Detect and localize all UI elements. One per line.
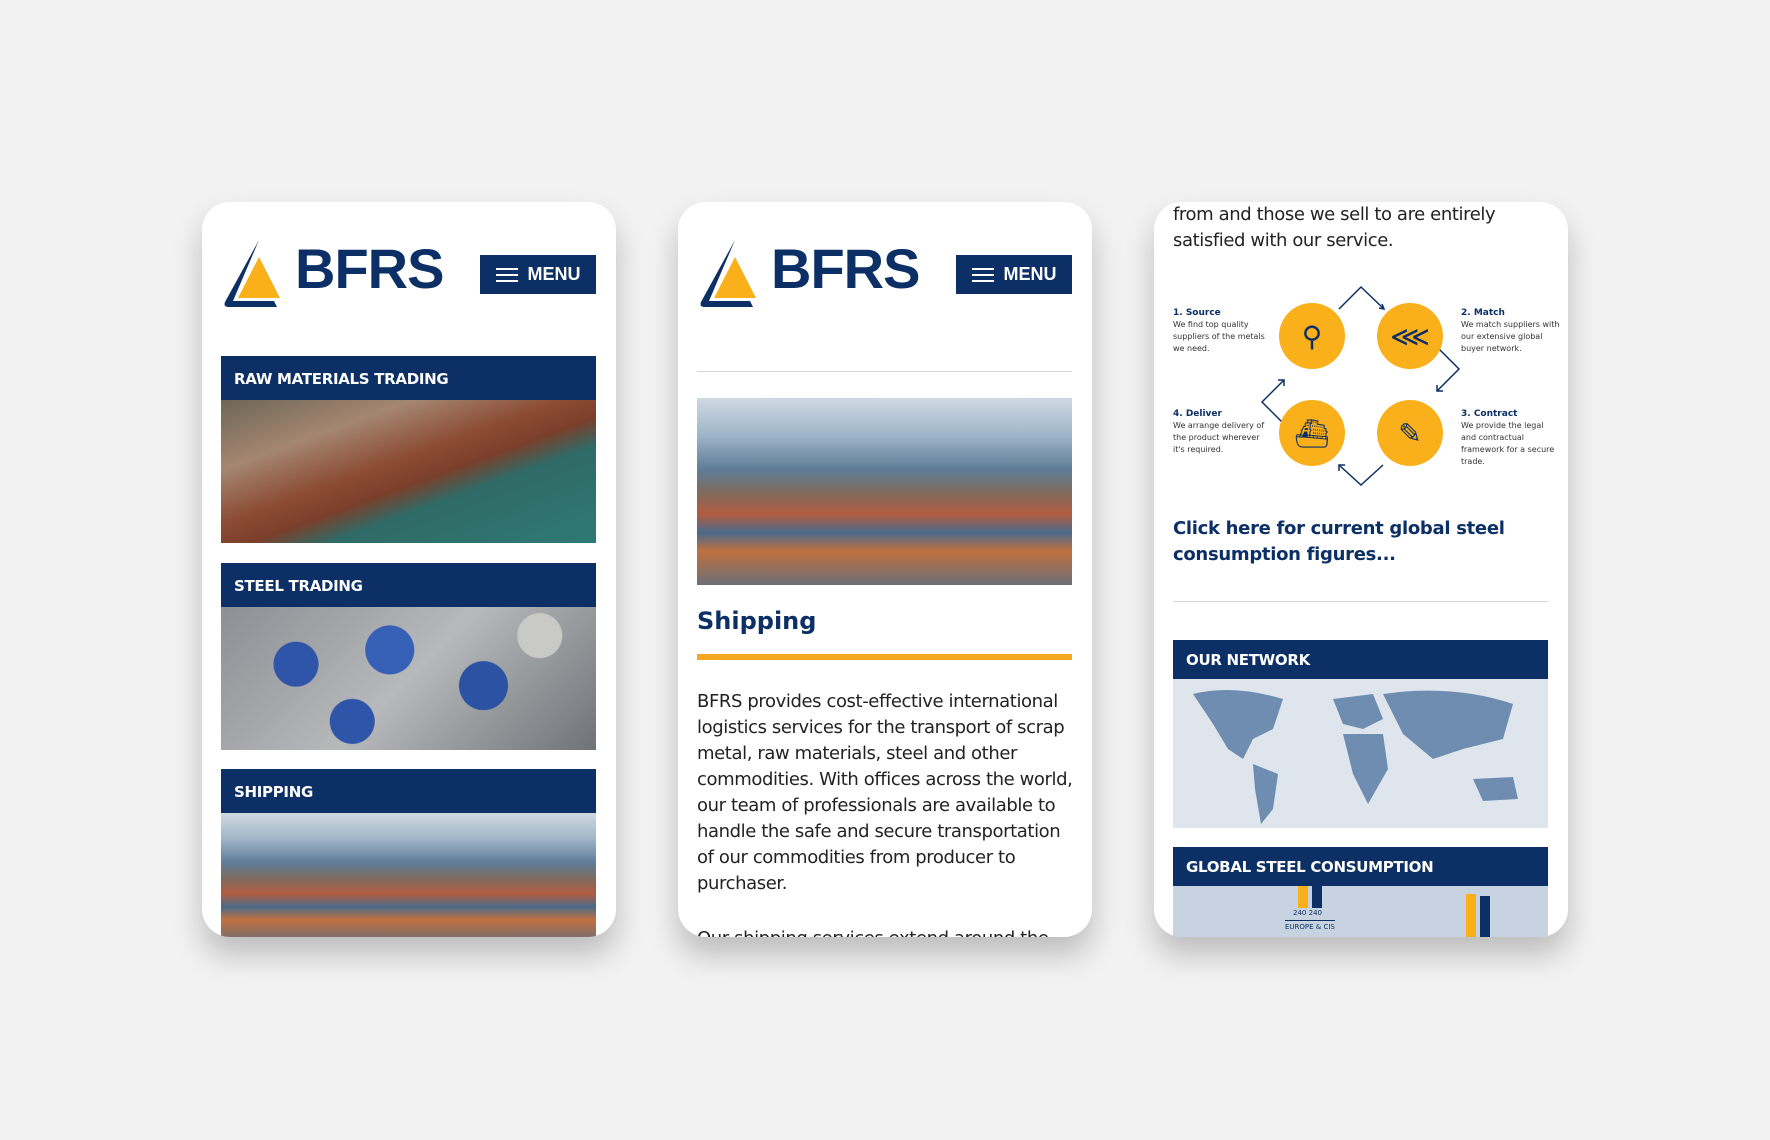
mobile-screen-home: BFRS MENU RAW MATERIALS TRADING STEEL TR… [202,202,616,937]
shipping-port-image[interactable] [221,813,596,937]
step-source: 1. Source We find top quality suppliers o… [1173,308,1265,353]
consumption-values: 240 240 [1293,909,1322,917]
divider [697,371,1072,372]
section-steel-trading[interactable]: STEEL TRADING [221,563,596,607]
step-match: 2. Match We match suppliers with our exte… [1461,308,1560,353]
divider [1173,601,1548,602]
shipping-port-image [697,398,1072,585]
menu-button[interactable]: MENU [480,255,596,294]
hamburger-icon [495,267,518,282]
steel-consumption-link[interactable]: Click here for current global steel cons… [1173,516,1553,568]
region-label: EUROPE & CIS [1285,920,1335,931]
triangle-logo-icon [700,240,756,307]
menu-button[interactable]: MENU [956,255,1072,294]
steel-coils-image[interactable] [221,607,596,750]
triangle-logo-icon [224,240,280,307]
ship-icon: ⛴ [1279,400,1345,466]
bfrs-logo[interactable]: BFRS [221,237,444,308]
section-raw-materials-trading[interactable]: RAW MATERIALS TRADING [221,356,596,400]
shipping-description-continued: Our shipping services extend around the [697,926,1077,937]
hamburger-icon [971,267,994,282]
world-map-icon [1193,690,1518,824]
map-pin-icon: ⚲ [1279,303,1345,369]
step-deliver: 4. Deliver We arrange delivery of the pro… [1173,409,1265,454]
our-network-header[interactable]: OUR NETWORK [1173,640,1548,679]
global-steel-consumption-header[interactable]: GLOBAL STEEL CONSUMPTION [1173,847,1548,886]
mobile-screen-process: from and those we sell to are entirely s… [1154,202,1568,937]
mobile-screen-shipping: BFRS MENU Shipping BFRS provides cost-ef… [678,202,1092,937]
consumption-bar-yellow [1466,894,1476,937]
raw-materials-image[interactable] [221,400,596,543]
consumption-bar-navy [1480,896,1490,937]
consumption-bar-navy [1312,886,1322,908]
shipping-description: BFRS provides cost-effective internation… [697,691,1073,894]
page-title: Shipping [697,607,817,635]
step-contract: 3. Contract We provide the legal and cont… [1461,409,1555,466]
world-map-image[interactable] [1173,679,1548,828]
section-shipping[interactable]: SHIPPING [221,769,596,813]
bfrs-logo[interactable]: BFRS [697,237,920,308]
contract-icon: ✎ [1377,400,1443,466]
share-icon: ⋘ [1377,303,1443,369]
steel-consumption-map[interactable]: 240 240 EUROPE & CIS [1173,886,1548,937]
consumption-bar-yellow [1298,886,1308,908]
title-underline [697,654,1072,660]
